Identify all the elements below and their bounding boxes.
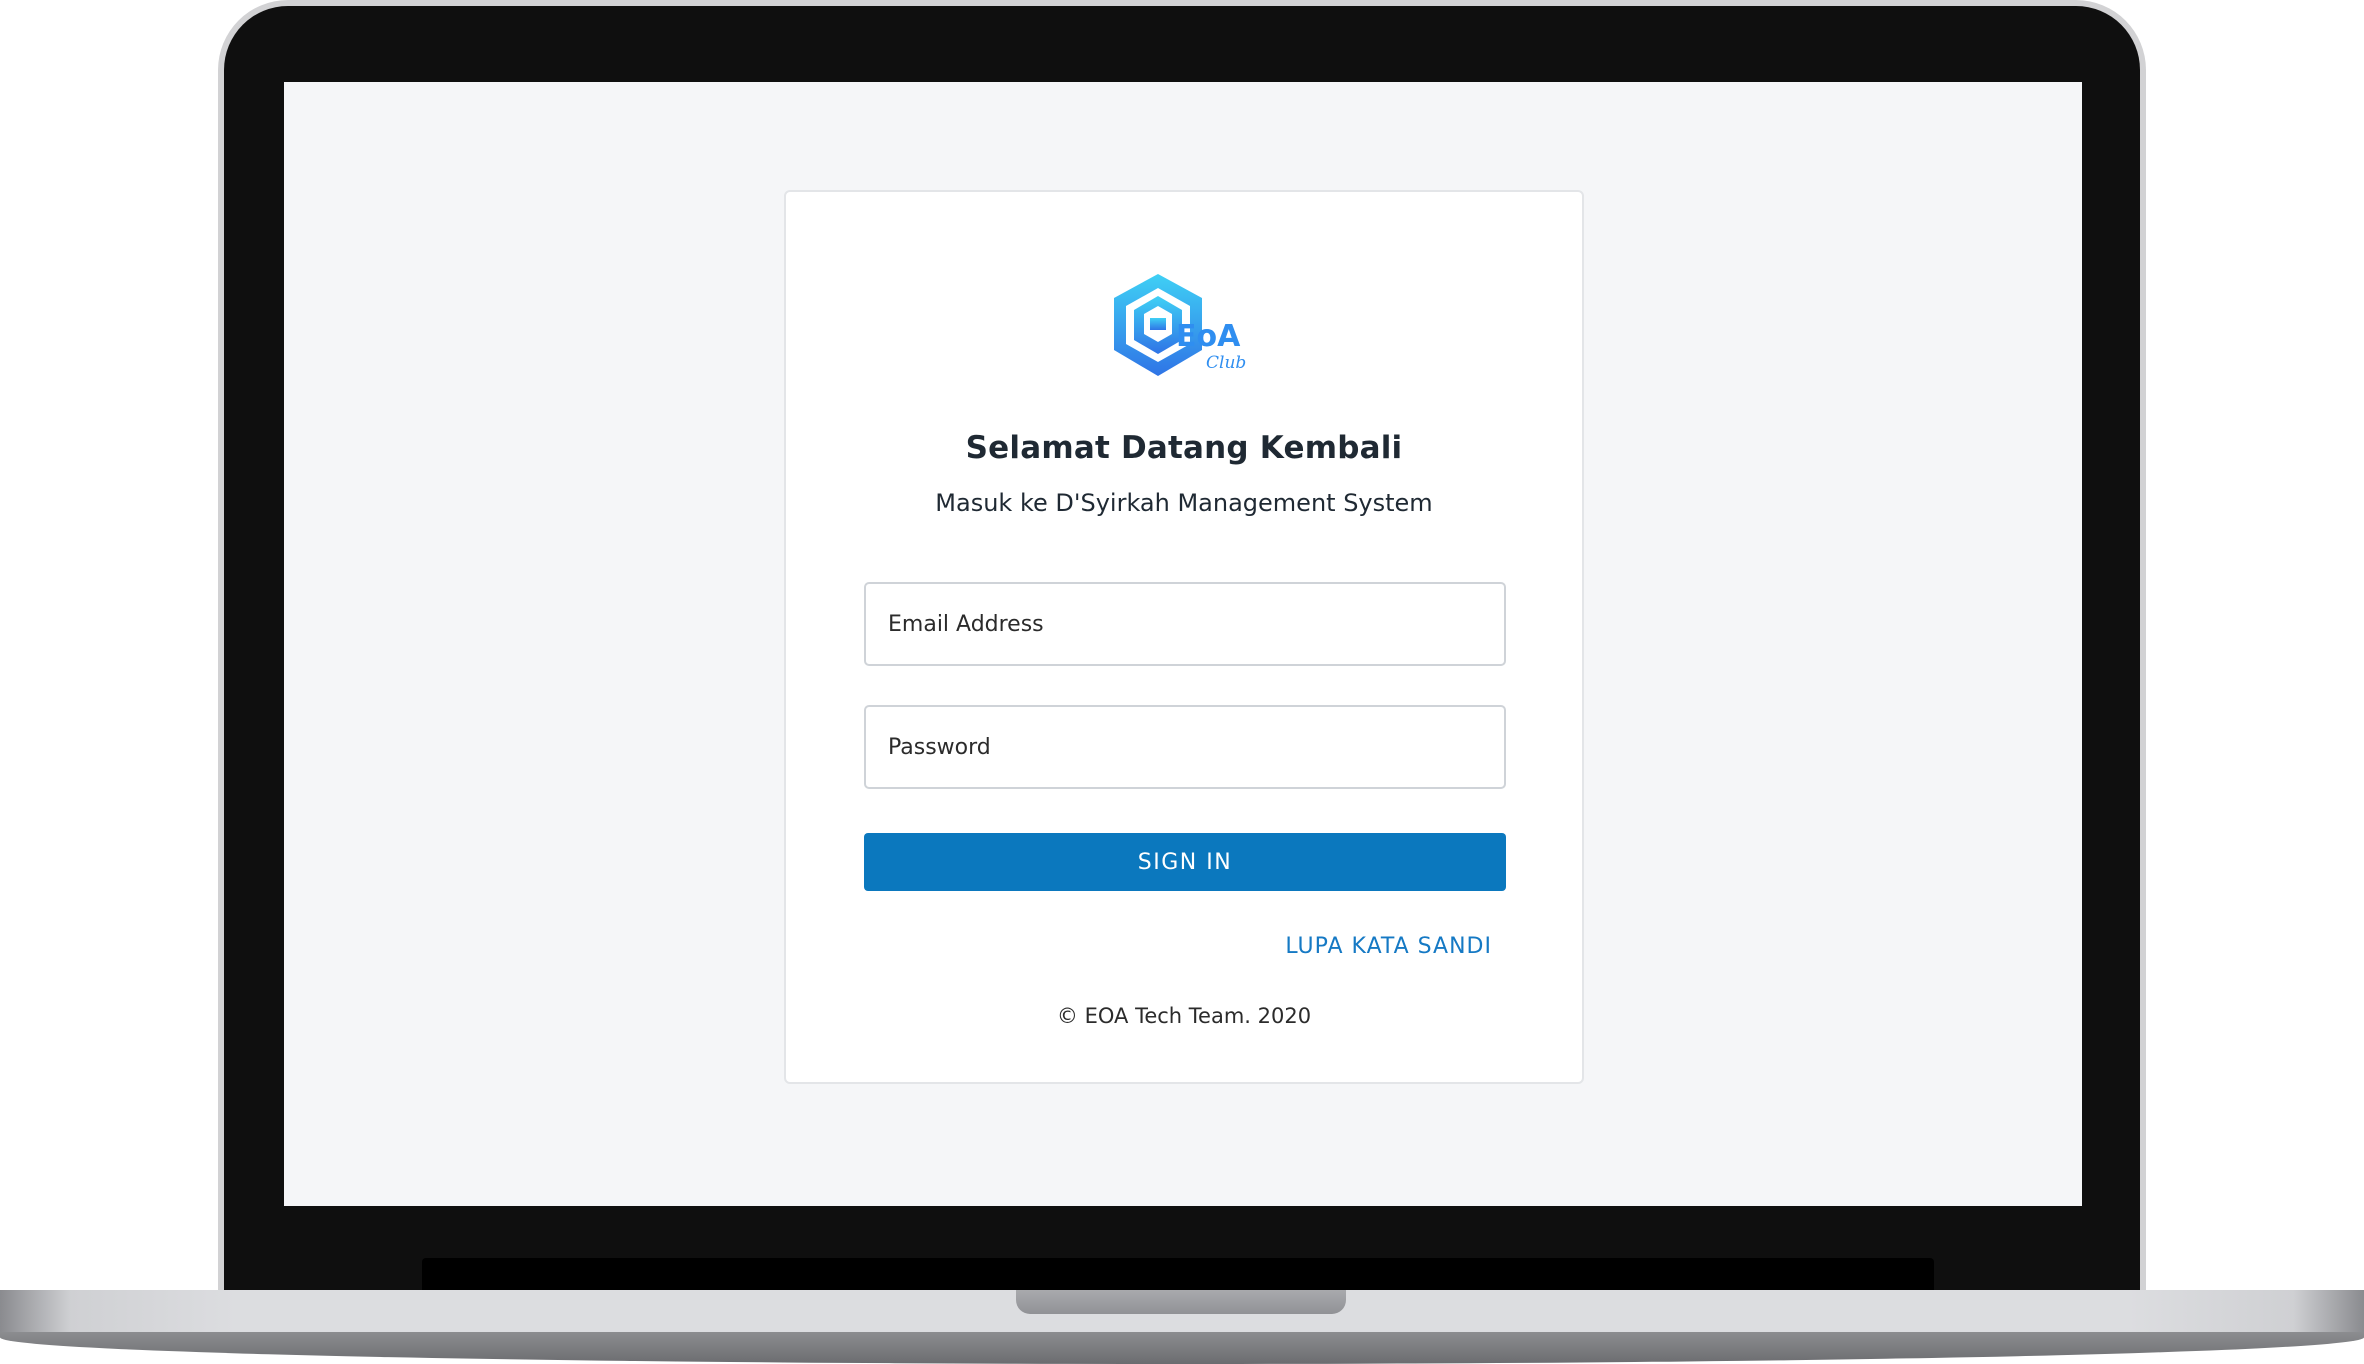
- email-input[interactable]: [864, 582, 1506, 666]
- forgot-password-link[interactable]: LUPA KATA SANDI: [1285, 934, 1492, 959]
- password-input[interactable]: [864, 705, 1506, 789]
- page-title: Selamat Datang Kembali: [965, 430, 1403, 466]
- eoa-club-logo: EoA Club: [1114, 274, 1246, 376]
- laptop-base-bottom: [0, 1332, 2364, 1364]
- screen: EoA Club Selamat Datang Kembali Masuk ke…: [284, 82, 2082, 1206]
- login-card: EoA Club Selamat Datang Kembali Masuk ke…: [784, 190, 1584, 1084]
- logo-text: EoA: [1176, 319, 1241, 354]
- laptop-notch: [1016, 1290, 1346, 1314]
- sign-in-button[interactable]: SIGN IN: [864, 833, 1506, 891]
- page-subtitle: Masuk ke D'Syirkah Management System: [935, 489, 1433, 517]
- laptop-hinge: [422, 1258, 1934, 1290]
- logo-subtext: Club: [1206, 353, 1246, 373]
- copyright-footer: © EOA Tech Team. 2020: [1056, 1004, 1312, 1028]
